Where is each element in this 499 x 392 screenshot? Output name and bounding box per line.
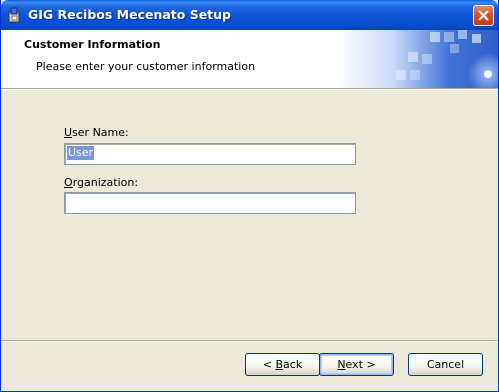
- user-name-field[interactable]: [64, 143, 356, 165]
- window-title: GIG Recibos Mecenato Setup: [28, 7, 232, 22]
- organization-label: Organization:: [64, 176, 139, 189]
- user-name-label: User Name:: [64, 126, 129, 139]
- page-subtitle: Please enter your customer information: [36, 60, 256, 73]
- setup-installer-icon[interactable]: [7, 7, 23, 23]
- close-x-icon: [478, 10, 489, 21]
- header-divider: [1, 88, 498, 90]
- close-button[interactable]: [473, 5, 494, 26]
- setup-dialog-window: GIG Recibos Mecenato Setup Customer Info…: [0, 0, 499, 392]
- header-banner: Customer Information Please enter your c…: [1, 30, 498, 88]
- next-button[interactable]: Next >: [319, 353, 394, 376]
- cancel-button[interactable]: Cancel: [408, 353, 483, 376]
- user-name-selected-text: User: [67, 146, 95, 160]
- page-title: Customer Information: [24, 38, 161, 51]
- footer-divider: [1, 340, 498, 342]
- back-button[interactable]: < Back: [245, 353, 320, 376]
- organization-field[interactable]: [64, 192, 356, 214]
- banner-graphic: [338, 30, 498, 88]
- title-bar[interactable]: GIG Recibos Mecenato Setup: [1, 0, 498, 30]
